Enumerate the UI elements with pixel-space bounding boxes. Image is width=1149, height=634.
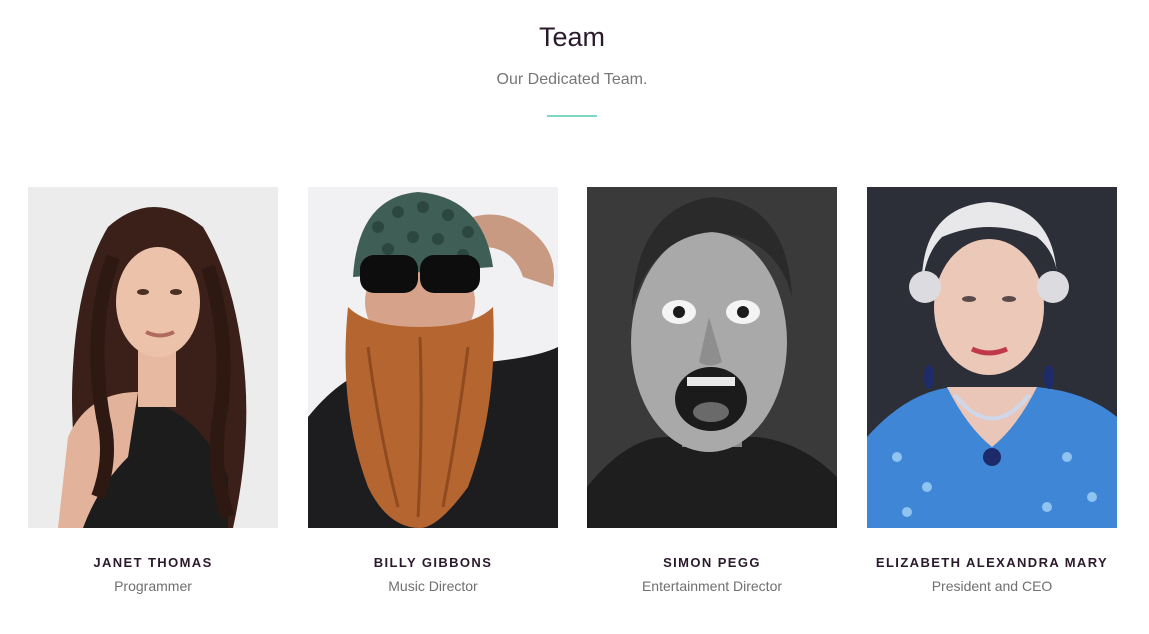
member-name: SIMON PEGG (663, 555, 761, 570)
member-role: Entertainment Director (641, 578, 783, 594)
member-name: BILLY GIBBONS (373, 555, 493, 570)
member-photo (867, 187, 1117, 528)
portrait-woman-long-dark-hair-icon (28, 187, 278, 528)
member-name: ELIZABETH ALEXANDRA MARY (875, 555, 1109, 570)
portrait-elderly-woman-blue-dress-icon (867, 187, 1117, 528)
member-photo (587, 187, 837, 528)
title-divider (547, 115, 597, 117)
member-name: JANET THOMAS (93, 555, 213, 570)
team-member-card: SIMON PEGG Entertainment Director (587, 187, 837, 594)
member-role: Music Director (388, 578, 478, 594)
member-photo (28, 187, 278, 528)
member-role: President and CEO (931, 578, 1053, 594)
section-subtitle: Our Dedicated Team. (496, 71, 648, 88)
team-member-card: ELIZABETH ALEXANDRA MARY President and C… (867, 187, 1117, 594)
team-member-card: JANET THOMAS Programmer (28, 187, 278, 594)
member-photo (308, 187, 558, 528)
member-role: Programmer (114, 578, 192, 594)
section-title: Team (538, 22, 606, 52)
portrait-man-beard-sunglasses-beanie-icon (308, 187, 558, 528)
portrait-man-screaming-bw-icon (587, 187, 837, 528)
team-member-card: BILLY GIBBONS Music Director (308, 187, 558, 594)
